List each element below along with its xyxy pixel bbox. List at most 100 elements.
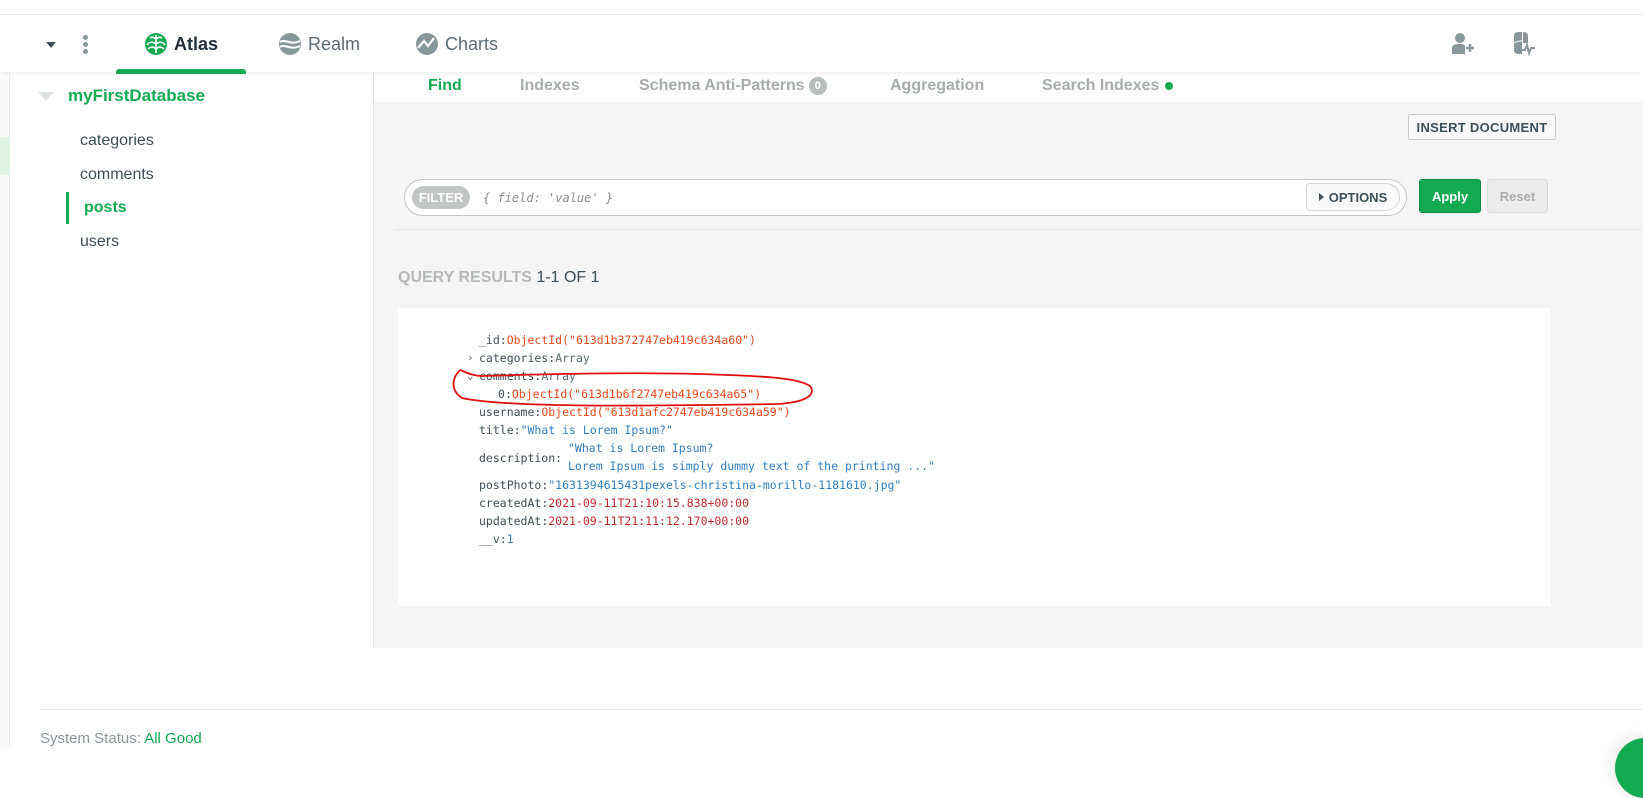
field-sep: : bbox=[541, 496, 549, 510]
field-key: postPhoto bbox=[479, 478, 542, 492]
field-description-value-line2: Lorem Ipsum is simply dummy text of the … bbox=[568, 459, 935, 473]
tab-aggregation-label: Aggregation bbox=[890, 77, 985, 94]
database-item[interactable]: myFirstDatabase bbox=[38, 86, 205, 106]
field-key: comments bbox=[479, 369, 535, 383]
more-options-icon[interactable] bbox=[80, 34, 90, 54]
field-sep: : bbox=[541, 478, 549, 492]
collapse-chevron-down-icon[interactable]: ⌄ bbox=[467, 369, 474, 382]
active-collection-indicator bbox=[66, 192, 69, 224]
field-key: __v bbox=[479, 532, 500, 546]
field-id: _id: ObjectId("613d1b372747eb419c634a60") bbox=[479, 333, 756, 347]
nav-tab-realm[interactable]: Realm bbox=[278, 16, 360, 72]
field-key: username bbox=[479, 405, 535, 419]
anti-pattern-count-badge: 0 bbox=[808, 77, 827, 95]
system-status-label: System Status: bbox=[40, 730, 141, 747]
divider bbox=[394, 229, 1643, 230]
invite-user-icon[interactable] bbox=[1449, 30, 1475, 56]
document-card[interactable]: _id: ObjectId("613d1b372747eb419c634a60")… bbox=[398, 308, 1550, 606]
field-key: updatedAt bbox=[479, 514, 542, 528]
tab-find-label: Find bbox=[428, 77, 462, 94]
charts-line-icon bbox=[416, 33, 438, 55]
field-sep: : bbox=[504, 387, 512, 401]
filter-label: FILTER bbox=[412, 186, 470, 209]
nav-tab-charts-label: Charts bbox=[445, 33, 499, 54]
field-comments-0: 0: ObjectId("613d1b6f2747eb419c634a65") bbox=[498, 387, 761, 401]
collection-item-categories[interactable]: categories bbox=[80, 132, 154, 150]
field-sep: : bbox=[513, 423, 521, 437]
field-sep: : bbox=[534, 369, 542, 383]
project-dropdown-caret-icon[interactable] bbox=[42, 34, 58, 54]
tab-indexes[interactable]: Indexes bbox=[520, 77, 580, 95]
collection-item-comments[interactable]: comments bbox=[80, 166, 154, 184]
left-rail bbox=[0, 72, 10, 748]
database-name: myFirstDatabase bbox=[68, 86, 206, 105]
nav-tab-realm-label: Realm bbox=[308, 33, 361, 54]
field-value: "1631394615431pexels-christina-morillo-1… bbox=[548, 478, 902, 492]
field-key: categories bbox=[479, 351, 549, 365]
tab-find[interactable]: Find bbox=[428, 77, 462, 95]
footer-divider bbox=[40, 709, 1643, 710]
field-postphoto: postPhoto: "1631394615431pexels-christina… bbox=[479, 478, 901, 492]
tab-schema-anti-patterns[interactable]: Schema Anti-Patterns 0 bbox=[639, 77, 827, 95]
tab-indexes-label: Indexes bbox=[520, 77, 580, 94]
tab-search-indexes-label: Search Indexes bbox=[1042, 77, 1160, 94]
field-v: __v:1 bbox=[479, 532, 514, 546]
tab-search-indexes[interactable]: Search Indexes bbox=[1042, 77, 1174, 95]
filter-bar: FILTER OPTIONS bbox=[404, 179, 1407, 216]
filter-input[interactable] bbox=[483, 184, 1283, 211]
activity-feed-icon[interactable] bbox=[1510, 30, 1536, 56]
expand-triangle-icon bbox=[1318, 193, 1324, 201]
field-comments[interactable]: comments: Array bbox=[479, 369, 576, 383]
system-status: System Status: All Good bbox=[40, 730, 202, 747]
field-title: title: "What is Lorem Ipsum?" bbox=[479, 423, 673, 437]
field-value: ObjectId("613d1b372747eb419c634a60") bbox=[506, 333, 756, 347]
status-dot-icon bbox=[1165, 82, 1174, 90]
field-value: 1 bbox=[506, 532, 514, 546]
field-value: Array bbox=[555, 351, 590, 365]
chat-help-bubble[interactable] bbox=[1615, 738, 1643, 798]
field-categories[interactable]: categories: Array bbox=[479, 351, 590, 365]
collection-sidebar: myFirstDatabase categories comments post… bbox=[10, 72, 374, 648]
collection-main: Find Indexes Schema Anti-Patterns 0 Aggr… bbox=[374, 72, 1643, 648]
field-value: "What is Lorem Ipsum?" bbox=[520, 423, 673, 437]
field-key: createdAt bbox=[479, 496, 542, 510]
field-description-value-line1: "What is Lorem Ipsum? bbox=[568, 441, 713, 455]
field-value: Lorem Ipsum is simply dummy text of the … bbox=[568, 459, 935, 473]
field-key: description bbox=[479, 451, 556, 465]
tab-schema-label: Schema Anti-Patterns bbox=[639, 77, 805, 94]
nav-tab-charts[interactable]: Charts bbox=[415, 16, 498, 72]
field-sep: : bbox=[499, 333, 507, 347]
field-key: 0 bbox=[498, 387, 505, 401]
expand-chevron-right-icon[interactable]: › bbox=[467, 351, 474, 364]
nav-tab-atlas-label: Atlas bbox=[174, 33, 219, 54]
collection-item-users[interactable]: users bbox=[80, 233, 119, 251]
query-results-header: QUERY RESULTS 1-1 OF 1 bbox=[398, 269, 600, 287]
field-sep: : bbox=[499, 532, 507, 546]
collection-item-posts[interactable]: posts bbox=[84, 199, 127, 217]
field-sep: : bbox=[555, 451, 563, 465]
field-value: ObjectId("613d1afc2747eb419c634a59") bbox=[541, 405, 791, 419]
browser-top-strip bbox=[0, 0, 1643, 15]
field-value: "What is Lorem Ipsum? bbox=[568, 441, 714, 455]
field-createdat: createdAt:2021-09-11T21:10:15.838+00:00 bbox=[479, 496, 749, 510]
apply-button[interactable]: Apply bbox=[1419, 179, 1481, 213]
field-key: _id bbox=[479, 333, 500, 347]
field-sep: : bbox=[534, 405, 542, 419]
insert-document-button[interactable]: INSERT DOCUMENT bbox=[1408, 114, 1556, 140]
options-button[interactable]: OPTIONS bbox=[1306, 183, 1400, 211]
field-value: 2021-09-11T21:10:15.838+00:00 bbox=[548, 496, 750, 510]
options-label: OPTIONS bbox=[1328, 189, 1388, 205]
realm-wave-icon bbox=[279, 33, 301, 55]
field-value: Array bbox=[541, 369, 576, 383]
tab-aggregation[interactable]: Aggregation bbox=[890, 77, 984, 95]
query-results-count: 1-1 OF 1 bbox=[536, 269, 600, 286]
field-description: description: bbox=[479, 451, 562, 465]
field-key: title bbox=[479, 423, 514, 437]
collapse-caret-icon[interactable] bbox=[38, 91, 54, 101]
atlas-leaf-icon bbox=[145, 33, 167, 55]
nav-tab-atlas[interactable]: Atlas bbox=[116, 16, 247, 74]
top-navigation: Atlas Realm Charts bbox=[0, 16, 1643, 74]
system-status-value[interactable]: All Good bbox=[144, 730, 202, 747]
field-value: ObjectId("613d1b6f2747eb419c634a65") bbox=[511, 387, 762, 401]
reset-button[interactable]: Reset bbox=[1487, 179, 1548, 213]
